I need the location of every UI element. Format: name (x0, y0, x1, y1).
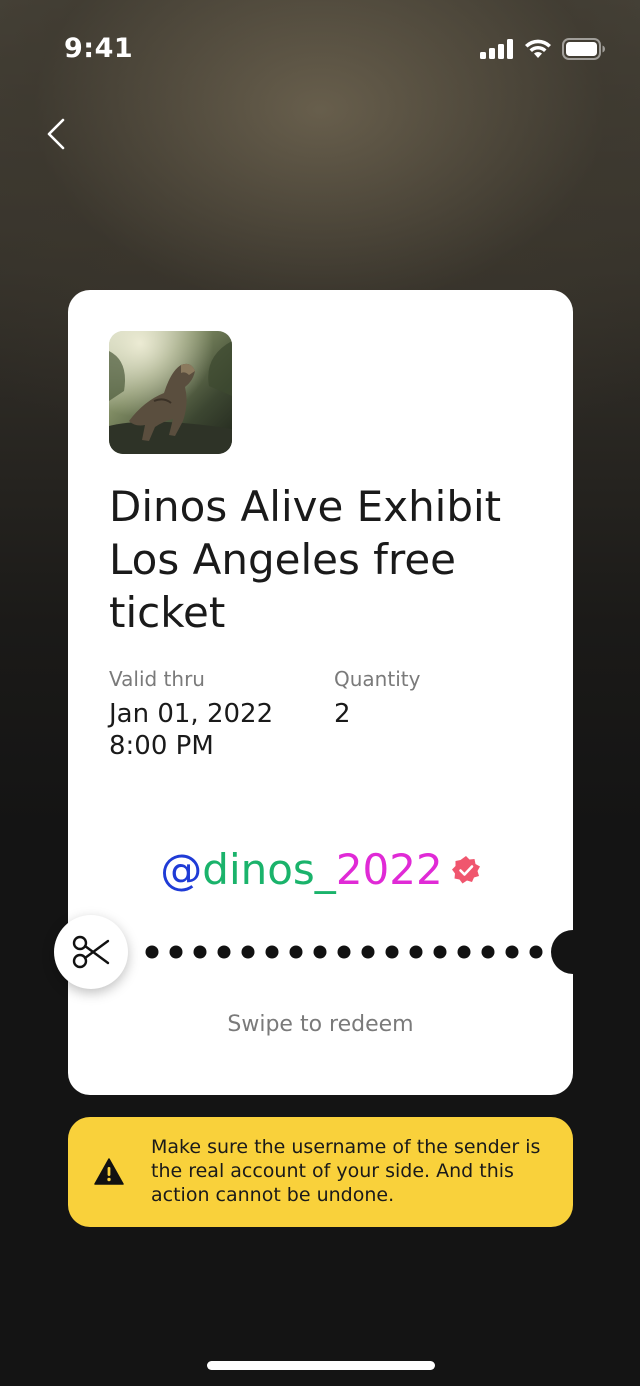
battery-icon (562, 38, 605, 60)
perforation-line (145, 945, 543, 959)
username-year: 2022 (335, 845, 443, 894)
ticket-card: Dinos Alive Exhibit Los Angeles free tic… (68, 290, 573, 1095)
status-time: 9:41 (64, 33, 134, 64)
sender-username: @dinos_2022 (68, 845, 573, 895)
warning-banner: Make sure the username of the sender is … (68, 1117, 573, 1227)
username-name: dinos_ (202, 845, 336, 894)
wifi-icon (525, 39, 551, 58)
swipe-scissor-handle[interactable] (54, 915, 128, 989)
signal-icon (480, 39, 513, 59)
back-button[interactable] (36, 112, 76, 156)
warning-text: Make sure the username of the sender is … (151, 1136, 541, 1206)
event-thumbnail (109, 331, 232, 454)
dinosaur-image (109, 331, 232, 454)
username-at: @ (160, 845, 203, 894)
valid-time: 8:00 PM (109, 731, 214, 761)
home-indicator[interactable] (207, 1361, 435, 1370)
quantity-value: 2 (334, 699, 351, 729)
status-icons (480, 38, 606, 60)
scissors-icon (72, 935, 110, 969)
ticket-title: Dinos Alive Exhibit Los Angeles free tic… (109, 482, 502, 637)
warning-icon (94, 1158, 124, 1185)
quantity-label: Quantity (334, 667, 421, 691)
chevron-left-icon (47, 118, 65, 150)
valid-date: Jan 01, 2022 (109, 699, 274, 729)
status-bar: 9:41 (0, 0, 640, 100)
verified-badge-icon (451, 856, 480, 884)
valid-thru-label: Valid thru (109, 667, 205, 691)
username-text: @dinos_2022 (160, 845, 442, 895)
swipe-to-redeem-label: Swipe to redeem (227, 1012, 414, 1037)
